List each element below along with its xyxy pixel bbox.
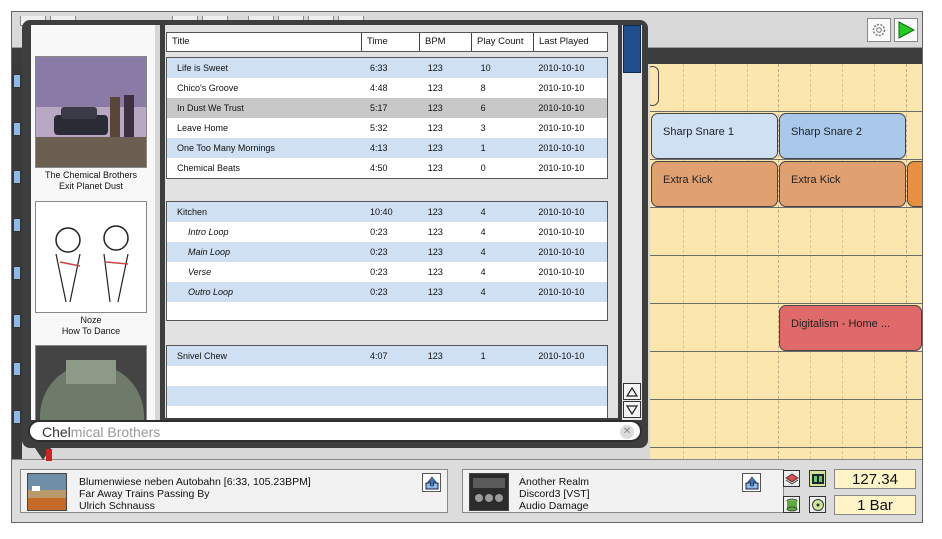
table-row-section[interactable]: Main Loop 0:23 123 4 2010-10-10	[167, 242, 607, 262]
scroll-up-button[interactable]	[623, 383, 641, 400]
album-artist: The Chemical Brothers	[44, 170, 138, 180]
play-button[interactable]	[894, 18, 918, 42]
arrow-up-icon	[626, 386, 638, 397]
app-window: { "browser": { "columns": ["Title", "Tim…	[0, 0, 942, 539]
record-button[interactable]	[783, 470, 800, 487]
track-list: Title Time BPM Play Count Last Played Li…	[165, 25, 618, 418]
column-header-title[interactable]: Title	[167, 33, 362, 51]
dial-icon	[811, 498, 824, 511]
track-handle[interactable]	[13, 266, 21, 280]
track-handle[interactable]	[13, 74, 21, 88]
close-icon: ✕	[622, 426, 632, 437]
plugin-export-button[interactable]	[742, 473, 761, 492]
plugin-artwork	[469, 473, 509, 511]
track-group: Kitchen 10:40 123 4 2010-10-10 Intro Loop 0:2…	[166, 201, 608, 321]
tempo-display[interactable]: 127.34	[834, 469, 916, 489]
album-scrollbar[interactable]	[155, 25, 160, 420]
table-row[interactable]: Chemical Beats 4:50 123 0 2010-10-10	[167, 158, 607, 178]
clip-partial[interactable]	[650, 66, 659, 106]
playhead-marker	[46, 449, 52, 461]
sequencer-grid[interactable]: Sharp Snare 1 Sharp Snare 2 Extra Kick E…	[650, 64, 922, 459]
upload-icon	[425, 476, 438, 489]
now-playing-artwork	[27, 473, 67, 511]
library-browser-popup: The Chemical Brothers Exit Planet Dust N…	[22, 20, 648, 448]
album-item[interactable]: Noze How To Dance	[35, 201, 147, 337]
table-row[interactable]: One Too Many Mornings 4:13 123 1 2010-10-10	[167, 138, 607, 158]
now-playing-card[interactable]: Blumenwiese neben Autobahn [6:33, 105.23…	[20, 469, 448, 513]
search-autocomplete: mical Brothers	[70, 424, 161, 440]
clip-kick-partial[interactable]	[907, 161, 922, 207]
export-button[interactable]	[422, 473, 441, 492]
search-typed: Chel	[42, 424, 71, 440]
bottom-panel: Blumenwiese neben Autobahn [6:33, 105.23…	[12, 459, 922, 522]
clear-search-button[interactable]: ✕	[620, 425, 634, 439]
track-handle[interactable]	[13, 410, 21, 424]
table-row-selected[interactable]: In Dust We Trust 5:17 123 6 2010-10-10	[167, 98, 607, 118]
column-header-play-count[interactable]: Play Count	[472, 33, 534, 51]
album-title: How To Dance	[61, 326, 121, 336]
gear-icon	[872, 23, 886, 37]
disk-button[interactable]	[783, 496, 800, 513]
now-playing-line2: Far Away Trains Passing By	[79, 488, 210, 500]
table-row[interactable]: Life is Sweet 6:33 123 10 2010-10-10	[167, 58, 607, 78]
track-handle[interactable]	[13, 362, 21, 376]
clip-sharp-snare-1[interactable]: Sharp Snare 1	[651, 113, 778, 159]
metronome-button[interactable]	[809, 496, 826, 513]
table-row[interactable]: Chico's Groove 4:48 123 8 2010-10-10	[167, 78, 607, 98]
track-handle[interactable]	[13, 170, 21, 184]
clip-digitalism[interactable]: Digitalism - Home ...	[779, 305, 922, 351]
cylinder-icon	[786, 498, 797, 511]
empty-row	[167, 386, 607, 406]
track-handle[interactable]	[13, 314, 21, 328]
plugin-card[interactable]: Another Realm Discord3 [VST] Audio Damag…	[462, 469, 784, 513]
track-handles	[12, 64, 22, 459]
column-header-bpm[interactable]: BPM	[420, 33, 472, 51]
album-art	[35, 345, 147, 420]
play-icon	[898, 21, 915, 39]
plugin-line2: Discord3 [VST]	[519, 488, 590, 500]
empty-row	[167, 366, 607, 386]
album-item[interactable]: The Chemical Brothers Exit Planet Dust	[35, 56, 147, 192]
table-row-section[interactable]: Outro Loop 0:23 123 4 2010-10-10	[167, 282, 607, 302]
table-row-section[interactable]: Verse 0:23 123 4 2010-10-10	[167, 262, 607, 282]
track-group: Snivel Chew 4:07 123 1 2010-10-10	[166, 345, 608, 418]
table-row[interactable]: Kitchen 10:40 123 4 2010-10-10	[167, 202, 607, 222]
upload-icon	[745, 476, 758, 489]
table-row-section[interactable]: Intro Loop 0:23 123 4 2010-10-10	[167, 222, 607, 242]
track-handle[interactable]	[13, 122, 21, 136]
table-row[interactable]: Leave Home 5:32 123 3 2010-10-10	[167, 118, 607, 138]
search-text: Chelmical Brothers	[42, 424, 160, 440]
album-list[interactable]: The Chemical Brothers Exit Planet Dust N…	[31, 25, 155, 420]
album-item[interactable]	[35, 345, 147, 420]
layers-icon	[784, 473, 799, 484]
scroll-down-button[interactable]	[623, 401, 641, 418]
track-handle[interactable]	[13, 218, 21, 232]
album-artist: Noze	[80, 315, 102, 325]
scrollbar-thumb[interactable]	[623, 25, 641, 73]
empty-row	[167, 406, 607, 418]
column-header-last-played[interactable]: Last Played	[534, 33, 607, 51]
plugin-line1: Another Realm	[519, 476, 590, 488]
now-playing-line3: Ulrich Schnauss	[79, 500, 155, 512]
track-group: Life is Sweet 6:33 123 10 2010-10-10 Chico's…	[166, 57, 608, 179]
clip-extra-kick-2[interactable]: Extra Kick	[779, 161, 906, 207]
album-art	[35, 201, 147, 313]
track-list-scrollbar[interactable]	[622, 25, 642, 420]
settings-button[interactable]	[867, 18, 891, 42]
column-header-time[interactable]: Time	[362, 33, 420, 51]
clip-sharp-snare-2[interactable]: Sharp Snare 2	[779, 113, 906, 159]
column-headers: Title Time BPM Play Count Last Played	[166, 32, 608, 52]
album-title: Exit Planet Dust	[58, 181, 124, 191]
clip-extra-kick-1[interactable]: Extra Kick	[651, 161, 778, 207]
table-row[interactable]: Snivel Chew 4:07 123 1 2010-10-10	[167, 346, 607, 366]
search-input[interactable]: Chelmical Brothers ✕	[28, 420, 642, 442]
now-playing-line1: Blumenwiese neben Autobahn [6:33, 105.23…	[79, 476, 311, 488]
meter-icon	[811, 473, 824, 484]
meter-button[interactable]	[809, 470, 826, 487]
arrow-down-icon	[626, 404, 638, 415]
plugin-line3: Audio Damage	[519, 500, 589, 512]
album-art	[35, 56, 147, 168]
quantize-display[interactable]: 1 Bar	[834, 495, 916, 515]
